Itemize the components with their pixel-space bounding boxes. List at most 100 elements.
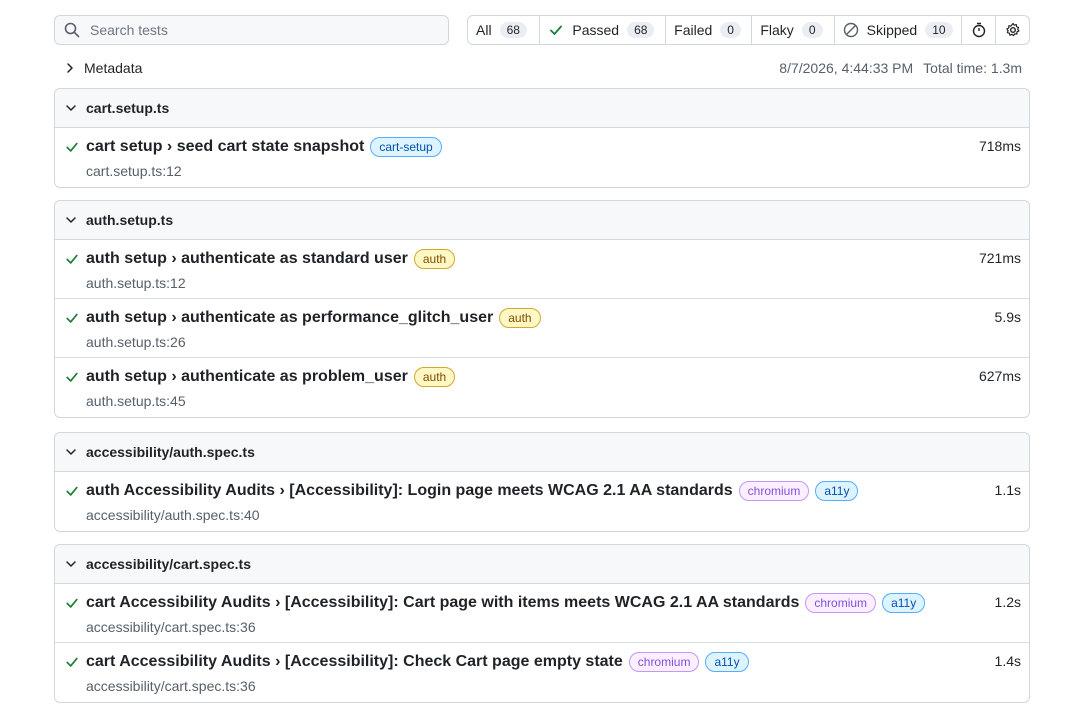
filter-all-count: 68 xyxy=(499,22,527,38)
test-row: auth Accessibility Audits › [Accessibili… xyxy=(55,472,1029,531)
test-location: auth.setup.ts:45 xyxy=(86,393,186,409)
chevron-down-icon xyxy=(66,217,76,223)
test-title-text: auth setup › authenticate as standard us… xyxy=(86,250,408,267)
settings-button[interactable] xyxy=(996,16,1029,44)
test-title-text: auth setup › authenticate as problem_use… xyxy=(86,368,408,385)
filter-failed-count: 0 xyxy=(720,22,741,38)
check-icon xyxy=(66,142,78,152)
gear-icon xyxy=(1005,22,1020,37)
test-row: auth setup › authenticate as standard us… xyxy=(55,240,1029,299)
test-title[interactable]: cart setup › seed cart state snapshot ca… xyxy=(86,137,442,157)
total-time: Total time: 1.3m xyxy=(923,60,1022,76)
test-title-text: auth Accessibility Audits › [Accessibili… xyxy=(86,482,733,499)
filter-flaky-label: Flaky xyxy=(760,22,794,38)
check-icon xyxy=(66,254,78,264)
test-row: cart Accessibility Audits › [Accessibili… xyxy=(55,584,1029,643)
tag-badge[interactable]: auth xyxy=(499,308,541,328)
file-group: accessibility/cart.spec.ts cart Accessib… xyxy=(54,544,1030,703)
test-duration: 627ms xyxy=(978,368,1021,384)
filter-failed[interactable]: Failed 0 xyxy=(666,16,753,44)
chevron-down-icon xyxy=(66,561,76,567)
tag-badge[interactable]: a11y xyxy=(882,593,926,613)
test-location: accessibility/auth.spec.ts:40 xyxy=(86,507,260,523)
search-input[interactable] xyxy=(88,21,432,39)
test-duration: 5.9s xyxy=(994,309,1021,325)
test-title-text: cart setup › seed cart state snapshot xyxy=(86,138,365,155)
tag-badge[interactable]: chromium xyxy=(628,652,700,672)
test-title-text: cart Accessibility Audits › [Accessibili… xyxy=(86,653,623,670)
tag-badge[interactable]: chromium xyxy=(805,593,877,613)
tag-badge[interactable]: a11y xyxy=(815,481,859,501)
test-duration: 1.1s xyxy=(994,482,1021,498)
search-box[interactable] xyxy=(54,15,449,45)
filter-failed-label: Failed xyxy=(674,22,713,38)
test-row: auth setup › authenticate as performance… xyxy=(55,299,1029,358)
test-title[interactable]: cart Accessibility Audits › [Accessibili… xyxy=(86,652,749,672)
check-icon xyxy=(66,313,78,323)
test-title[interactable]: auth setup › authenticate as standard us… xyxy=(86,249,456,269)
run-datetime: 8/7/2026, 4:44:33 PM xyxy=(779,60,914,76)
test-title[interactable]: auth setup › authenticate as performance… xyxy=(86,308,541,328)
file-group: accessibility/auth.spec.ts auth Accessib… xyxy=(54,432,1030,532)
test-location: auth.setup.ts:12 xyxy=(86,275,186,291)
tag-badge[interactable]: cart-setup xyxy=(370,137,442,157)
test-row: auth setup › authenticate as problem_use… xyxy=(55,358,1029,417)
check-icon xyxy=(66,372,78,382)
test-location: accessibility/cart.spec.ts:36 xyxy=(86,619,256,635)
filter-flaky[interactable]: Flaky 0 xyxy=(752,16,835,44)
test-title-text: auth setup › authenticate as performance… xyxy=(86,309,494,326)
test-title[interactable]: auth Accessibility Audits › [Accessibili… xyxy=(86,481,859,501)
check-icon xyxy=(66,598,78,608)
test-location: cart.setup.ts:12 xyxy=(86,163,182,179)
filter-skipped-count: 10 xyxy=(925,22,953,38)
file-name: auth.setup.ts xyxy=(86,212,174,228)
test-duration: 1.2s xyxy=(994,594,1021,610)
file-header[interactable]: accessibility/auth.spec.ts xyxy=(55,433,1029,472)
file-header[interactable]: cart.setup.ts xyxy=(55,89,1029,128)
metadata-toggle[interactable]: Metadata xyxy=(54,60,142,76)
file-name: cart.setup.ts xyxy=(86,100,170,116)
tag-badge[interactable]: a11y xyxy=(705,652,749,672)
test-duration: 718ms xyxy=(978,138,1021,154)
test-row: cart setup › seed cart state snapshot ca… xyxy=(55,128,1029,187)
filter-skipped[interactable]: Skipped 10 xyxy=(835,16,963,44)
filter-all-label: All xyxy=(476,22,492,38)
check-icon xyxy=(66,486,78,496)
tag-badge[interactable]: auth xyxy=(413,249,456,269)
file-header[interactable]: accessibility/cart.spec.ts xyxy=(55,545,1029,584)
toolbar: All 68 Passed 68 Failed 0 Flaky 0 Skippe… xyxy=(54,15,1030,47)
check-icon xyxy=(66,657,78,667)
check-icon xyxy=(548,22,564,38)
file-group: auth.setup.ts auth setup › authenticate … xyxy=(54,200,1030,418)
filter-skipped-label: Skipped xyxy=(866,22,918,38)
filter-passed-label: Passed xyxy=(572,22,620,38)
filter-passed-count: 68 xyxy=(627,22,655,38)
tag-badge[interactable]: chromium xyxy=(738,481,810,501)
tag-badge[interactable]: auth xyxy=(413,367,456,387)
test-location: accessibility/cart.spec.ts:36 xyxy=(86,678,256,694)
metadata-label: Metadata xyxy=(84,60,143,76)
chevron-down-icon xyxy=(66,105,76,111)
test-title[interactable]: auth setup › authenticate as problem_use… xyxy=(86,367,456,387)
chevron-right-icon xyxy=(67,63,73,73)
status-filters: All 68 Passed 68 Failed 0 Flaky 0 Skippe… xyxy=(467,15,1030,45)
chevron-down-icon xyxy=(66,449,76,455)
duration-button[interactable] xyxy=(962,16,997,44)
test-location: auth.setup.ts:26 xyxy=(86,334,186,350)
test-row: cart Accessibility Audits › [Accessibili… xyxy=(55,643,1029,702)
test-duration: 1.4s xyxy=(994,653,1021,669)
skip-icon xyxy=(843,22,859,38)
file-name: accessibility/auth.spec.ts xyxy=(86,444,255,460)
test-title-text: cart Accessibility Audits › [Accessibili… xyxy=(86,594,800,611)
test-title[interactable]: cart Accessibility Audits › [Accessibili… xyxy=(86,593,926,613)
search-icon xyxy=(64,22,80,38)
test-duration: 721ms xyxy=(978,250,1021,266)
file-header[interactable]: auth.setup.ts xyxy=(55,201,1029,240)
stopwatch-icon xyxy=(972,22,985,38)
file-group: cart.setup.ts cart setup › seed cart sta… xyxy=(54,88,1030,188)
filter-all[interactable]: All 68 xyxy=(468,16,541,44)
file-name: accessibility/cart.spec.ts xyxy=(86,556,251,572)
metadata-row: Metadata 8/7/2026, 4:44:33 PM Total time… xyxy=(54,58,1022,78)
filter-passed[interactable]: Passed 68 xyxy=(540,16,667,44)
filter-flaky-count: 0 xyxy=(801,22,823,38)
